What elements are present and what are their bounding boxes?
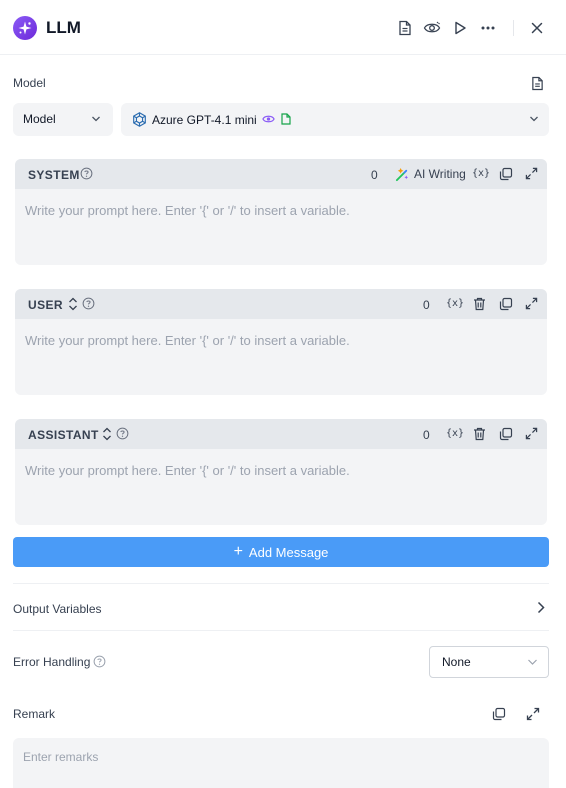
openai-icon (131, 111, 148, 128)
assistant-prompt-input[interactable]: Write your prompt here. Enter '{' or '/'… (25, 463, 350, 479)
remark-input[interactable] (13, 738, 549, 788)
divider (13, 630, 549, 631)
doc-icon[interactable] (531, 76, 544, 91)
copy-icon[interactable] (492, 707, 506, 721)
variable-icon[interactable]: {x} (472, 167, 490, 181)
file-icon (281, 113, 291, 125)
ai-writing-button[interactable]: AI Writing (395, 166, 466, 182)
token-count: 0 (423, 428, 430, 442)
sparkle-icon (13, 16, 37, 40)
help-icon[interactable] (80, 167, 94, 181)
copy-icon[interactable] (499, 427, 513, 441)
assistant-prompt-header: ASSISTANT 0 {x} (15, 419, 547, 449)
panel-header: LLM (0, 0, 566, 55)
close-icon[interactable] (528, 19, 546, 37)
remark-label: Remark (13, 707, 56, 721)
add-message-label: Add Message (248, 544, 329, 560)
role-label: USER (28, 298, 63, 312)
role-label: ASSISTANT (28, 428, 99, 442)
model-type-value: Model (23, 112, 56, 126)
sort-icon[interactable] (67, 297, 81, 311)
expand-icon[interactable] (525, 297, 539, 311)
system-prompt-header: SYSTEM 0 AI Writing {x} (15, 159, 547, 189)
model-type-select[interactable]: Model (13, 103, 113, 136)
token-count: 0 (423, 298, 430, 312)
token-count: 0 (371, 168, 378, 182)
divider (13, 583, 549, 584)
output-variables-toggle[interactable]: Output Variables (13, 602, 102, 616)
more-icon[interactable] (479, 19, 497, 37)
help-icon[interactable] (93, 655, 106, 668)
system-prompt-block: SYSTEM 0 AI Writing {x} Write your promp… (15, 159, 547, 265)
user-prompt-header: USER 0 {x} (15, 289, 547, 319)
doc-icon[interactable] (396, 19, 414, 37)
error-handling-select[interactable]: None (429, 646, 549, 678)
panel-title: LLM (46, 18, 81, 37)
trash-icon[interactable] (473, 427, 487, 441)
sort-icon[interactable] (101, 427, 115, 441)
variable-icon[interactable]: {x} (446, 297, 464, 311)
copy-icon[interactable] (499, 297, 513, 311)
chevron-down-icon (527, 658, 538, 666)
error-handling-value: None (442, 655, 471, 669)
model-name: Azure GPT-4.1 mini (152, 113, 257, 127)
chevron-right-icon[interactable] (537, 601, 545, 614)
error-handling-label: Error Handling (13, 655, 91, 669)
user-prompt-block: USER 0 {x} Write your prompt here. Enter… (15, 289, 547, 395)
user-prompt-input[interactable]: Write your prompt here. Enter '{' or '/'… (25, 333, 350, 349)
expand-icon[interactable] (526, 707, 540, 721)
copy-icon[interactable] (499, 167, 513, 181)
model-select[interactable]: Azure GPT-4.1 mini (121, 103, 549, 136)
ai-writing-label: AI Writing (414, 167, 466, 181)
play-icon[interactable] (451, 19, 469, 37)
system-prompt-input[interactable]: Write your prompt here. Enter '{' or '/'… (25, 203, 350, 219)
chevron-down-icon (91, 115, 101, 123)
role-label: SYSTEM (28, 168, 80, 182)
help-icon[interactable] (82, 297, 96, 311)
trash-icon[interactable] (473, 297, 487, 311)
plus-icon: + (233, 543, 243, 560)
model-label: Model (13, 76, 46, 90)
help-icon[interactable] (116, 427, 130, 441)
expand-icon[interactable] (525, 427, 539, 441)
add-message-button[interactable]: + Add Message (13, 537, 549, 567)
vision-icon (262, 114, 275, 124)
header-divider (513, 20, 514, 36)
preview-icon[interactable] (423, 19, 441, 37)
chevron-down-icon (529, 115, 539, 123)
expand-icon[interactable] (525, 167, 539, 181)
assistant-prompt-block: ASSISTANT 0 {x} Write your prompt here. … (15, 419, 547, 525)
ai-writing-icon (395, 167, 410, 182)
variable-icon[interactable]: {x} (446, 427, 464, 441)
